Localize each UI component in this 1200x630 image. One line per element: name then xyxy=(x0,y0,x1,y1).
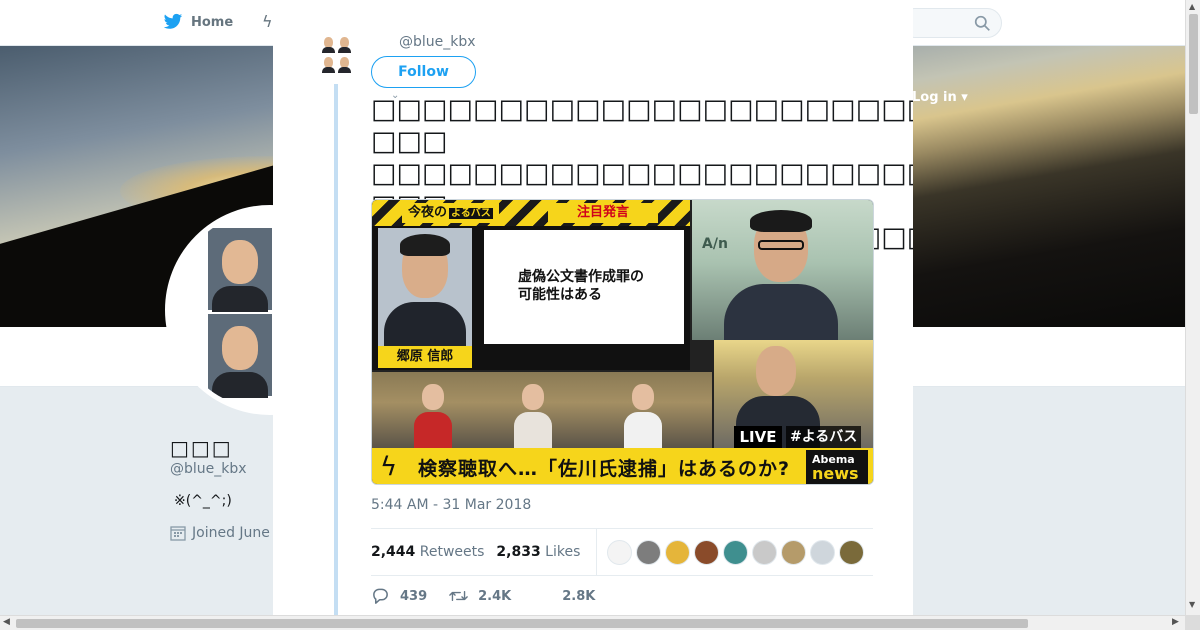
vertical-scrollbar-thumb[interactable] xyxy=(1189,14,1198,114)
media-ticker-text: 検察聴取へ…「佐川氏逮捕」はあるのか? xyxy=(418,458,791,480)
tweet-actions: 439 2.4K 2.8K xyxy=(371,587,617,605)
reply-count: 439 xyxy=(400,588,428,604)
retweet-action[interactable]: 2.4K xyxy=(449,587,511,605)
liker-avatar[interactable] xyxy=(694,539,720,565)
media-brand-logo: Abema news xyxy=(806,450,868,484)
tweet-author-handle[interactable]: @blue_kbx xyxy=(399,34,476,50)
scroll-left-arrow-icon[interactable]: ◀ xyxy=(3,617,10,627)
nav-home-label: Home xyxy=(191,14,234,30)
tweet-media-image[interactable]: 今夜の よるバス 注目発言 郷原 信郎 虚偽公文書作成罪の 可能性はある A/n … xyxy=(371,199,874,485)
media-quote: 虚偽公文書作成罪の 可能性はある xyxy=(484,230,684,344)
like-count: 2.8K xyxy=(562,588,596,604)
tweet-author-avatar[interactable] xyxy=(321,34,353,74)
profile-name: □□□ xyxy=(170,436,233,460)
media-ticker: ϟ 検察聴取へ…「佐川氏逮捕」はあるのか? xyxy=(372,448,873,484)
scroll-right-arrow-icon[interactable]: ▶ xyxy=(1172,617,1179,627)
stats-separator xyxy=(596,529,598,575)
close-modal-button[interactable]: ✕ xyxy=(1154,11,1178,37)
tweet-timestamp[interactable]: 5:44 AM - 31 Mar 2018 xyxy=(371,497,531,513)
liker-avatar[interactable] xyxy=(839,539,865,565)
lightning-icon: ϟ xyxy=(380,452,398,482)
retweet-icon xyxy=(449,590,468,602)
thread-line xyxy=(334,84,338,620)
media-header-right: 注目発言 xyxy=(548,203,658,223)
horizontal-scrollbar-thumb[interactable] xyxy=(16,619,1028,628)
liker-avatar[interactable] xyxy=(665,539,691,565)
likes-stat[interactable]: 2,833 Likes xyxy=(496,544,580,560)
reply-icon xyxy=(373,588,388,604)
lightning-icon[interactable]: ϟ xyxy=(262,12,273,31)
media-hashtag-badge: #よるバス xyxy=(786,426,862,448)
tweet-text-line: □□□□□□□□□□□□□□□□□□□□□□□□□□□□□□□□□□□ xyxy=(371,94,913,157)
liker-avatar[interactable] xyxy=(723,539,749,565)
tweet-modal: @blue_kbx Follow ⌄ □□□□□□□□□□□□□□□□□□□□□… xyxy=(273,0,913,620)
avatar-person-1 xyxy=(208,228,272,312)
media-live-badge: LIVE xyxy=(734,426,782,448)
retweet-count: 2.4K xyxy=(478,588,512,604)
media-panel-commentator: A/n xyxy=(692,200,873,344)
retweets-stat[interactable]: 2,444 Retweets xyxy=(371,544,484,560)
tweet-stats: 2,444 Retweets 2,833 Likes xyxy=(371,529,873,575)
search-icon xyxy=(974,15,990,31)
media-portrait xyxy=(378,228,472,346)
divider xyxy=(371,575,873,576)
profile-joined-label: Joined June xyxy=(192,525,270,541)
avatar-person-2 xyxy=(208,314,272,398)
profile-joined: Joined June xyxy=(170,525,270,541)
media-panel-quote: 今夜の よるバス 注目発言 郷原 信郎 虚偽公文書作成罪の 可能性はある xyxy=(372,200,690,370)
liker-avatar[interactable] xyxy=(810,539,836,565)
profile-handle: @blue_kbx xyxy=(170,461,247,477)
reply-action[interactable]: 439 xyxy=(371,587,427,605)
scroll-up-arrow-icon[interactable]: ▲ xyxy=(1189,2,1195,11)
calendar-icon xyxy=(170,526,186,541)
follow-button[interactable]: Follow xyxy=(371,56,476,88)
media-name-tag: 郷原 信郎 xyxy=(378,346,472,368)
liker-avatar[interactable] xyxy=(781,539,807,565)
search-input[interactable] xyxy=(900,8,1002,38)
scrollbar-corner xyxy=(1185,615,1200,630)
horizontal-scrollbar[interactable]: ◀ ▶ xyxy=(0,615,1185,630)
login-link[interactable]: Log in ▾ xyxy=(912,90,968,105)
heart-icon xyxy=(534,588,552,604)
media-panel-studio xyxy=(372,372,712,452)
liker-avatars xyxy=(607,539,865,565)
like-action[interactable]: 2.8K xyxy=(533,587,595,605)
twitter-bird-icon xyxy=(163,13,183,29)
media-header-left: 今夜の よるバス xyxy=(402,203,499,223)
liker-avatar[interactable] xyxy=(752,539,778,565)
liker-avatar[interactable] xyxy=(636,539,662,565)
liker-avatar[interactable] xyxy=(607,539,633,565)
scroll-down-arrow-icon[interactable]: ▼ xyxy=(1189,600,1195,609)
vertical-scrollbar[interactable]: ▲ ▼ xyxy=(1185,0,1200,615)
nav-home[interactable]: Home xyxy=(163,13,233,31)
profile-bio: ※(^_^;) xyxy=(174,493,232,509)
